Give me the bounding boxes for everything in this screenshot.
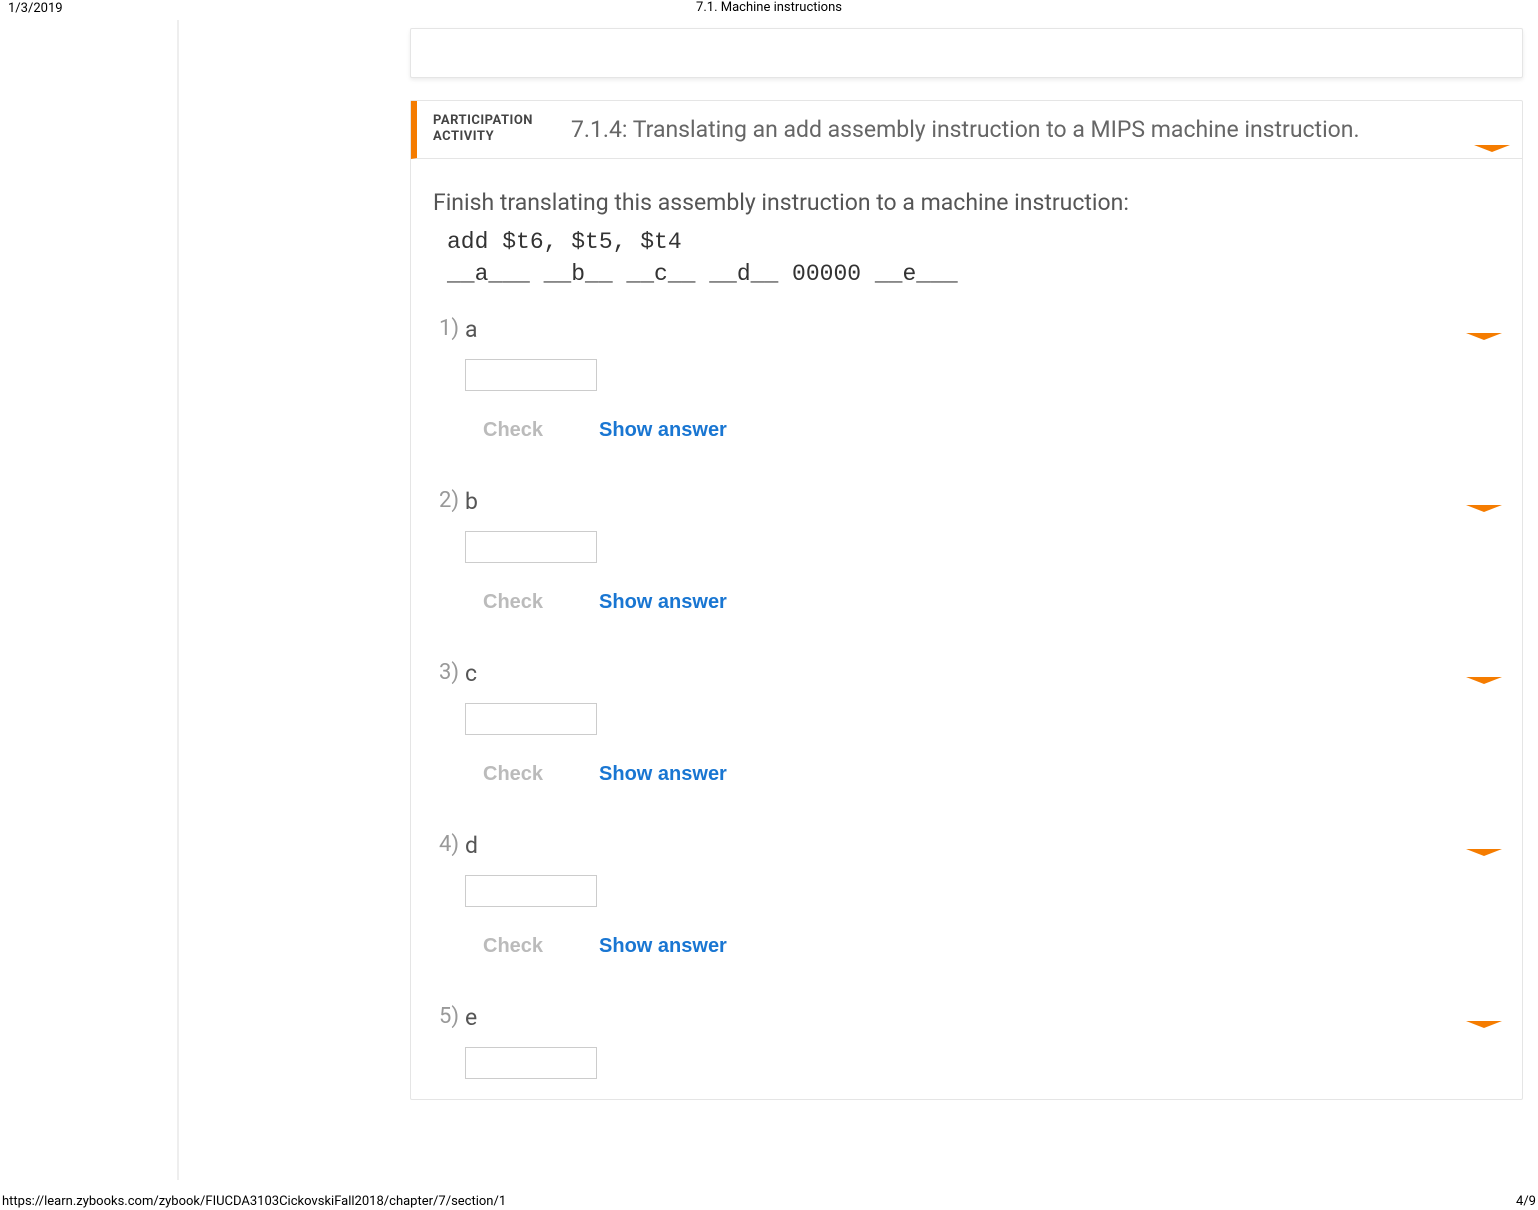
question-chevron-icon[interactable] [1466, 1016, 1502, 1035]
questions-list: 1) a Check Show answer 2) [433, 318, 1500, 1079]
activity-card: PARTICIPATION ACTIVITY 7.1.4: Translatin… [410, 100, 1523, 1100]
answer-input-a[interactable] [465, 359, 597, 391]
activity-header: PARTICIPATION ACTIVITY 7.1.4: Translatin… [411, 101, 1522, 159]
question-2: 2) b Check Show answer [433, 490, 1500, 662]
show-answer-button[interactable]: Show answer [599, 935, 727, 958]
activity-label: PARTICIPATION ACTIVITY [433, 113, 565, 146]
sidebar-divider [177, 20, 179, 1180]
question-label: c [465, 662, 1500, 685]
question-label: b [465, 490, 1500, 513]
question-label: e [465, 1006, 1500, 1029]
print-page-number: 4/9 [1516, 1194, 1536, 1209]
show-answer-button[interactable]: Show answer [599, 763, 727, 786]
question-chevron-icon[interactable] [1466, 672, 1502, 691]
activity-label-line1: PARTICIPATION [433, 113, 533, 128]
question-chevron-icon[interactable] [1466, 844, 1502, 863]
question-number: 5) [433, 1006, 465, 1028]
answer-input-c[interactable] [465, 703, 597, 735]
previous-card-stub [410, 28, 1523, 78]
instructions-text: Finish translating this assembly instruc… [433, 189, 1500, 216]
check-button[interactable]: Check [483, 419, 543, 442]
check-button[interactable]: Check [483, 935, 543, 958]
print-title: 7.1. Machine instructions [8, 0, 1530, 15]
question-number: 4) [433, 834, 465, 856]
print-header: 1/3/2019 7.1. Machine instructions [0, 0, 1538, 15]
check-button[interactable]: Check [483, 591, 543, 614]
answer-input-b[interactable] [465, 531, 597, 563]
question-number: 1) [433, 318, 465, 340]
print-url: https://learn.zybooks.com/zybook/FIUCDA3… [2, 1194, 506, 1209]
code-line-1: add $t6, $t5, $t4 [447, 226, 1500, 258]
activity-label-line2: ACTIVITY [433, 129, 494, 144]
question-chevron-icon[interactable] [1466, 500, 1502, 519]
question-5: 5) e [433, 1006, 1500, 1079]
answer-input-e[interactable] [465, 1047, 597, 1079]
activity-body: Finish translating this assembly instruc… [411, 159, 1522, 1099]
question-3: 3) c Check Show answer [433, 662, 1500, 834]
print-date: 1/3/2019 [8, 1, 63, 16]
question-4: 4) d Check Show answer [433, 834, 1500, 1006]
question-label: d [465, 834, 1500, 857]
question-chevron-icon[interactable] [1466, 328, 1502, 347]
check-button[interactable]: Check [483, 763, 543, 786]
answer-input-d[interactable] [465, 875, 597, 907]
collapse-chevron-icon[interactable] [1474, 145, 1510, 155]
question-number: 2) [433, 490, 465, 512]
activity-title: 7.1.4: Translating an add assembly instr… [571, 116, 1360, 143]
show-answer-button[interactable]: Show answer [599, 591, 727, 614]
main-content: PARTICIPATION ACTIVITY 7.1.4: Translatin… [410, 28, 1523, 1100]
question-label: a [465, 318, 1500, 341]
code-line-2: __a___ __b__ __c__ __d__ 00000 __e___ [447, 258, 1500, 290]
question-1: 1) a Check Show answer [433, 318, 1500, 490]
question-number: 3) [433, 662, 465, 684]
show-answer-button[interactable]: Show answer [599, 419, 727, 442]
